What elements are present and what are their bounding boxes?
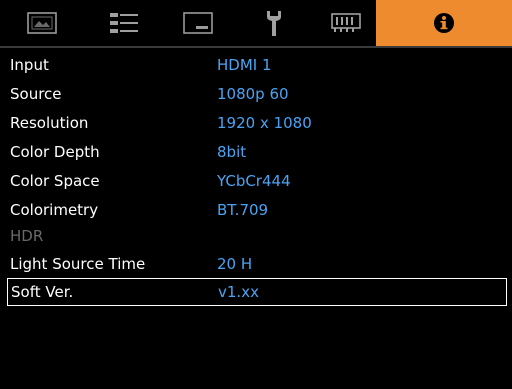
info-value: 1920 x 1080: [217, 114, 312, 132]
info-value: YCbCr444: [217, 172, 291, 190]
info-label: Input: [10, 56, 49, 74]
info-row-light-source-time: Light Source Time 20 H: [0, 251, 512, 277]
info-label: Resolution: [10, 114, 89, 132]
info-row-colorimetry: Colorimetry BT.709: [0, 197, 512, 223]
info-row-color-space: Color Space YCbCr444: [0, 168, 512, 194]
info-icon: [434, 13, 454, 33]
info-value: BT.709: [217, 201, 269, 219]
tab-adjust[interactable]: [88, 0, 160, 46]
info-label: Source: [10, 85, 62, 103]
info-value: 20 H: [217, 255, 253, 273]
info-value: HDMI 1: [217, 56, 272, 74]
info-row-color-depth: Color Depth 8bit: [0, 139, 512, 165]
info-row-soft-ver[interactable]: Soft Ver. v1.xx: [7, 278, 507, 306]
info-label: Light Source Time: [10, 255, 146, 273]
info-row-resolution: Resolution 1920 x 1080: [0, 110, 512, 136]
osd-menu-panel: Input HDMI 1 Source 1080p 60 Resolution …: [0, 0, 512, 389]
info-value: 1080p 60: [217, 85, 289, 103]
info-row-hdr: HDR: [0, 223, 512, 249]
tab-picture[interactable]: [6, 0, 78, 46]
wrench-icon: [267, 11, 281, 36]
info-value: 8bit: [217, 143, 247, 161]
adjust-list-icon: [110, 13, 138, 33]
picture-icon: [27, 12, 57, 34]
info-label: Soft Ver.: [11, 283, 74, 301]
memory-icon: [331, 13, 361, 32]
menu-tab-bar: [0, 0, 512, 48]
tab-information[interactable]: [376, 0, 512, 46]
info-row-input: Input HDMI 1: [0, 52, 512, 78]
info-row-source: Source 1080p 60: [0, 81, 512, 107]
tab-setup[interactable]: [238, 0, 310, 46]
info-label: Colorimetry: [10, 201, 99, 219]
info-label: Color Space: [10, 172, 100, 190]
info-value: v1.xx: [218, 283, 259, 301]
info-label: Color Depth: [10, 143, 100, 161]
tab-memory[interactable]: [310, 0, 382, 46]
info-label: HDR: [10, 227, 44, 245]
display-icon: [183, 12, 213, 34]
tab-display[interactable]: [162, 0, 234, 46]
